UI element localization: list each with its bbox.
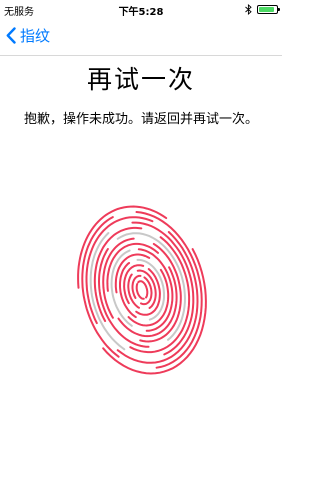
page-title: 再试一次 bbox=[86, 65, 195, 94]
status-time: 下午5:28 bbox=[118, 7, 164, 18]
battery-icon bbox=[257, 4, 280, 14]
chevron-left-icon bbox=[6, 27, 16, 44]
fingerprint-ridge bbox=[135, 283, 145, 300]
bluetooth-icon bbox=[245, 3, 252, 15]
back-button-label: 指纹 bbox=[20, 27, 51, 45]
battery-cap bbox=[278, 7, 280, 11]
navigation-bar: 指纹 bbox=[0, 18, 282, 56]
status-bar: 无服务 下午5:28 bbox=[0, 0, 282, 18]
battery-level-fill bbox=[259, 6, 275, 12]
error-message: 抱歉，操作未成功。请返回并再试一次。 bbox=[23, 112, 258, 127]
fingerprint-icon bbox=[77, 205, 207, 375]
status-right-group bbox=[245, 2, 280, 16]
back-button[interactable]: 指纹 bbox=[6, 25, 50, 46]
